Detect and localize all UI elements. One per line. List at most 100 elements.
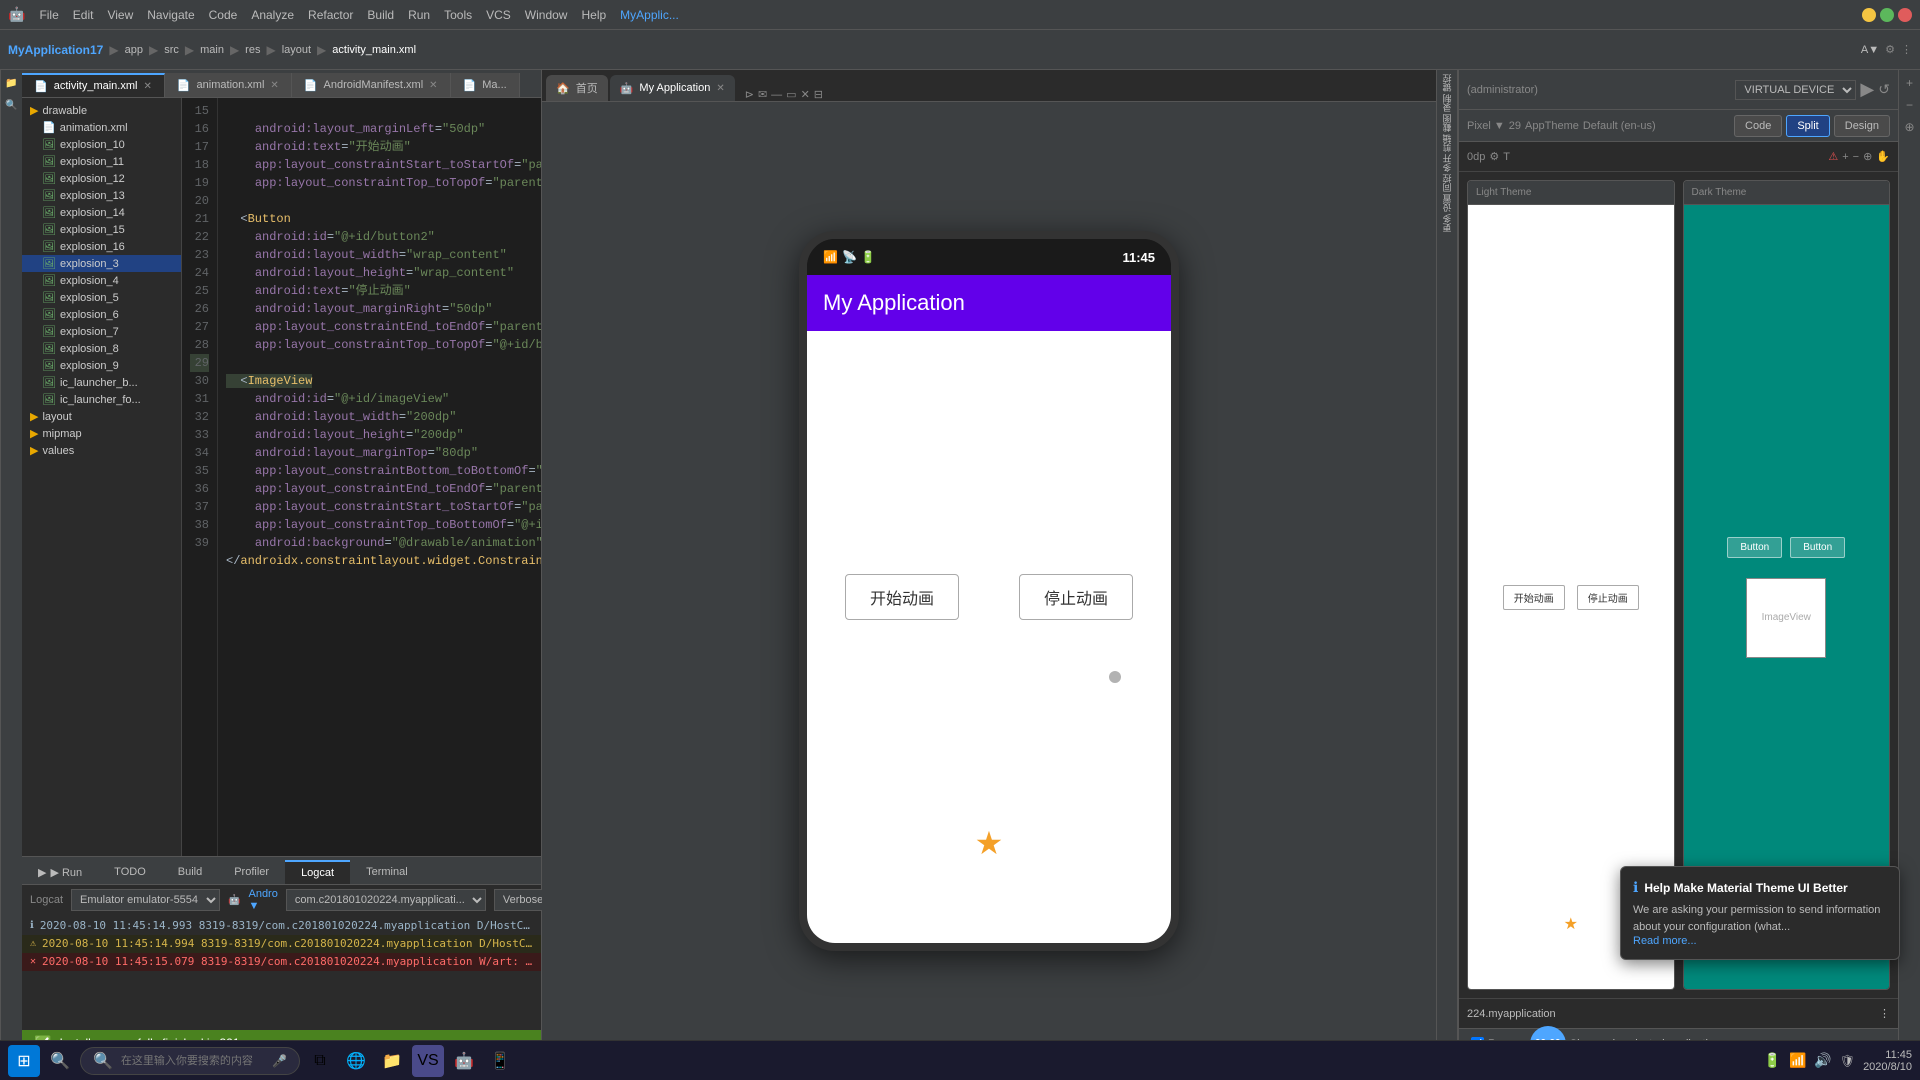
tree-mipmap-folder[interactable]: ▶ mipmap — [22, 425, 181, 442]
apptheme-select[interactable]: AppTheme — [1525, 120, 1579, 132]
start-button[interactable]: ⊞ — [8, 1045, 40, 1077]
zoom-minus-icon[interactable]: − — [1853, 151, 1859, 163]
tab-profiler[interactable]: Profiler — [218, 860, 285, 884]
menu-refactor[interactable]: Refactor — [302, 6, 359, 24]
tree-drawable-folder[interactable]: ▶ drawable — [22, 102, 181, 119]
tab-ma[interactable]: 📄 Ma... — [451, 73, 520, 97]
menu-build[interactable]: Build — [361, 6, 400, 24]
pixel-select-label[interactable]: Pixel ▼ — [1467, 120, 1505, 132]
tab-build[interactable]: Build — [162, 860, 218, 884]
tree-explosion-4[interactable]: 🖼 explosion_4 — [22, 272, 181, 289]
stop-animation-button[interactable]: 停止动画 — [1019, 574, 1133, 620]
tree-explosion-8[interactable]: 🖼 explosion_8 — [22, 340, 181, 357]
menu-vcs[interactable]: VCS — [480, 6, 517, 24]
mail-icon[interactable]: ✉ — [758, 88, 767, 101]
chrome-close-icon[interactable]: ✕ — [716, 83, 724, 94]
tree-explosion-11[interactable]: 🖼 explosion_11 — [22, 153, 181, 170]
taskview-icon[interactable]: ⧉ — [304, 1045, 336, 1077]
close-tab-manifest[interactable]: ✕ — [429, 80, 437, 91]
record-icon[interactable]: 录制 — [1438, 94, 1456, 112]
menu-help[interactable]: Help — [575, 6, 612, 24]
menu-run[interactable]: Run — [402, 6, 436, 24]
menu-file[interactable]: File — [33, 6, 64, 24]
tree-explosion-16[interactable]: 🖼 explosion_16 — [22, 238, 181, 255]
browser-controls[interactable]: ⊳ ✉ — ▭ ✕ ⊟ — [737, 88, 831, 101]
code-view-btn[interactable]: Code — [1734, 115, 1782, 137]
close-tab-activity[interactable]: ✕ — [143, 81, 151, 92]
zoom-out-strip-icon[interactable]: − — [1901, 96, 1919, 114]
menu-edit[interactable]: Edit — [67, 6, 100, 24]
menu-code[interactable]: Code — [203, 6, 244, 24]
menu-navigate[interactable]: Navigate — [141, 6, 200, 24]
zoom-plus-icon[interactable]: + — [1842, 151, 1848, 163]
android-studio-taskbar[interactable]: 🤖 — [448, 1045, 480, 1077]
menu-myapp[interactable]: MyApplic... — [614, 6, 685, 24]
tree-ic-launcher-b[interactable]: 🖼 ic_launcher_b... — [22, 374, 181, 391]
emulator-select[interactable]: Emulator emulator-5554 — [71, 889, 220, 911]
sync-icon[interactable]: 同控 — [1438, 174, 1456, 192]
package-select[interactable]: com.c201801020224.myapplicati... — [286, 889, 486, 911]
tree-explosion-14[interactable]: 🖼 explosion_14 — [22, 204, 181, 221]
zoom-in-strip-icon[interactable]: + — [1901, 74, 1919, 92]
prev-icon[interactable]: ⊳ — [745, 88, 754, 101]
tab-activity-main[interactable]: 📄 activity_main.xml ✕ — [22, 73, 165, 97]
preview-stop-btn[interactable]: 停止动画 — [1577, 585, 1639, 610]
tab-animation[interactable]: 📄 animation.xml ✕ — [165, 73, 292, 97]
tree-explosion-15[interactable]: 🖼 explosion_15 — [22, 221, 181, 238]
tab-todo[interactable]: TODO — [98, 860, 162, 884]
tree-explosion-6[interactable]: 🖼 explosion_6 — [22, 306, 181, 323]
toolbar-android-btn[interactable]: A▼ — [1861, 44, 1879, 56]
clip-icon[interactable]: 剪辑 — [1438, 134, 1456, 152]
tab-terminal[interactable]: Terminal — [350, 860, 424, 884]
close-tab-animation[interactable]: ✕ — [270, 80, 278, 91]
minimize-button[interactable] — [1862, 8, 1876, 22]
menu-window[interactable]: Window — [519, 6, 574, 24]
fit-icon[interactable]: ⊕ — [1863, 150, 1872, 163]
chrome-tab-home[interactable]: 🏠 首页 — [546, 75, 608, 101]
right-more-icon[interactable]: ⋮ — [1879, 1007, 1890, 1020]
sidebar-toggle-icon[interactable]: ⊟ — [814, 88, 823, 101]
tree-explosion-9[interactable]: 🖼 explosion_9 — [22, 357, 181, 374]
split-view-btn[interactable]: Split — [1786, 115, 1829, 137]
virtual-device-select[interactable]: VIRTUAL DEVICE — [1735, 80, 1856, 100]
close-button[interactable] — [1898, 8, 1912, 22]
run-app-icon[interactable]: ▶ — [1860, 79, 1874, 100]
structure-icon[interactable]: 🔍 — [3, 96, 21, 114]
maximize-button[interactable] — [1880, 8, 1894, 22]
tree-ic-launcher-fo[interactable]: 🖼 ic_launcher_fo... — [22, 391, 181, 408]
menu-view[interactable]: View — [101, 6, 139, 24]
phone-icon[interactable]: 📱 — [484, 1045, 516, 1077]
explorer-icon[interactable]: 📁 — [376, 1045, 408, 1077]
toolbar-more[interactable]: ⋮ — [1901, 43, 1912, 56]
logcat-content[interactable]: ℹ 2020-08-10 11:45:14.993 8319-8319/com.… — [22, 915, 541, 1030]
tree-explosion-7[interactable]: 🖼 explosion_7 — [22, 323, 181, 340]
zero-dp-input[interactable]: 0dp — [1467, 151, 1485, 163]
taskbar-search-input[interactable] — [121, 1055, 264, 1067]
tree-layout-folder[interactable]: ▶ layout — [22, 408, 181, 425]
taskbar-search-box[interactable]: 🔍 🎤 — [80, 1047, 300, 1075]
code-content[interactable]: android:layout_marginLeft="50dp" android… — [218, 98, 541, 856]
settings-strip-icon[interactable]: 设置 — [1438, 194, 1456, 212]
preview-start-btn[interactable]: 开始动画 — [1503, 585, 1565, 610]
close-browser-icon[interactable]: ✕ — [801, 88, 810, 101]
chrome-tab-myapp[interactable]: 🤖 My Application ✕ — [610, 75, 735, 101]
start-animation-button[interactable]: 开始动画 — [845, 574, 959, 620]
tree-values-folder[interactable]: ▶ values — [22, 442, 181, 459]
locale-select[interactable]: Default (en-us) — [1583, 120, 1656, 132]
tab-logcat[interactable]: Logcat — [285, 860, 350, 884]
code-editor[interactable]: 1516171819 2021222324 25262728 29 303132… — [182, 98, 541, 856]
tree-explosion-12[interactable]: 🖼 explosion_12 — [22, 170, 181, 187]
menu-bar[interactable]: File Edit View Navigate Code Analyze Ref… — [33, 6, 684, 24]
refresh-icon[interactable]: ↺ — [1878, 81, 1890, 98]
more-strip-icon[interactable]: 更多 — [1438, 214, 1456, 232]
vs-icon[interactable]: VS — [412, 1045, 444, 1077]
tree-explosion-5[interactable]: 🖼 explosion_5 — [22, 289, 181, 306]
notif-link[interactable]: Read more... — [1633, 935, 1887, 947]
menu-tools[interactable]: Tools — [438, 6, 478, 24]
drag-icon[interactable]: ✋ — [1876, 150, 1890, 163]
tree-explosion-3[interactable]: 🖼 explosion_3 — [22, 255, 181, 272]
keyboard-icon[interactable]: 键控 — [1438, 74, 1456, 92]
restore-icon[interactable]: ▭ — [786, 88, 796, 101]
design-tools[interactable]: ⚙ — [1489, 150, 1499, 163]
search-taskbar[interactable]: 🔍 — [44, 1045, 76, 1077]
